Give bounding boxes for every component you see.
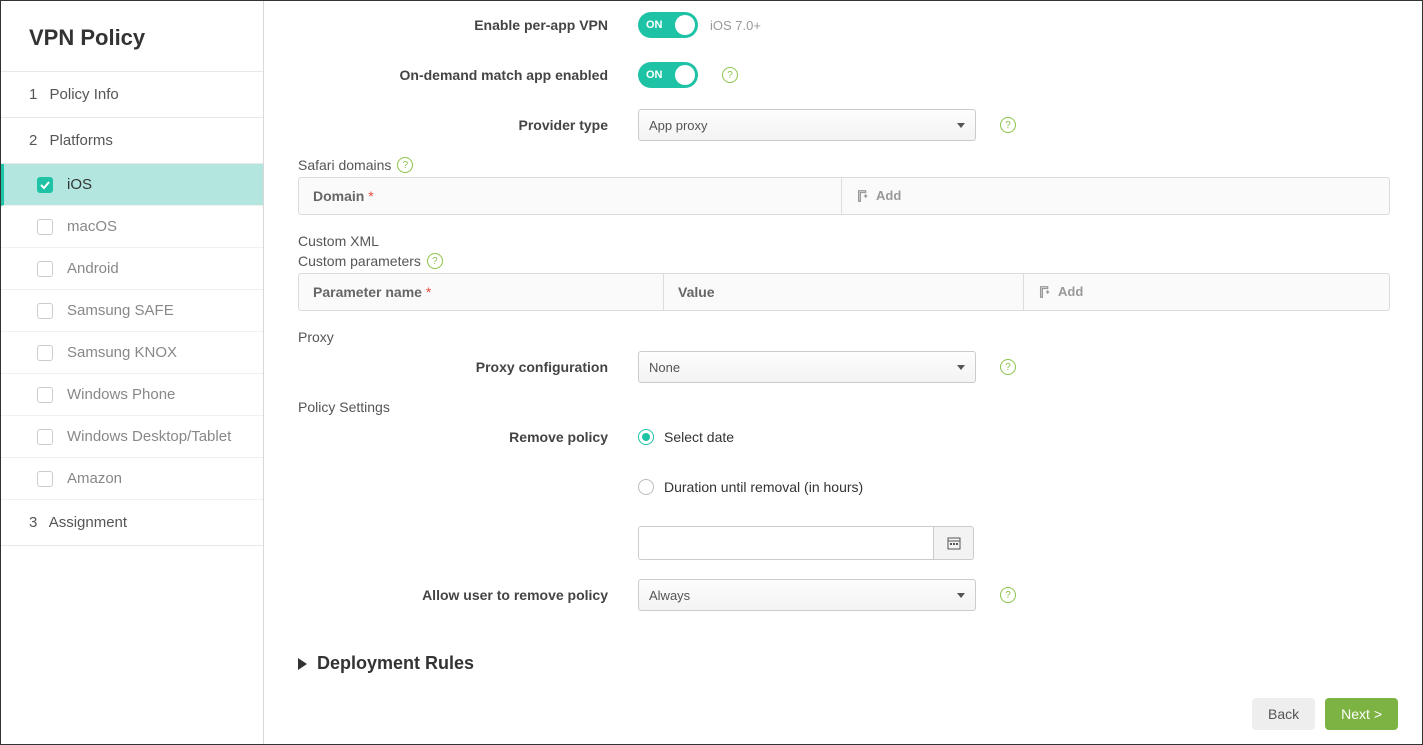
step-policy-info[interactable]: 1 Policy Info	[1, 72, 263, 118]
checkbox-icon	[37, 261, 53, 277]
label-custom-xml: Custom XML	[298, 233, 1390, 249]
toggle-enable-per-app-vpn[interactable]: ON	[638, 12, 698, 38]
chevron-down-icon	[957, 365, 965, 370]
select-provider-type[interactable]: App proxy	[638, 109, 976, 141]
checkbox-icon	[37, 429, 53, 445]
label-proxy: Proxy	[298, 329, 1390, 345]
checkbox-icon	[37, 303, 53, 319]
platform-windows-phone[interactable]: Windows Phone	[1, 374, 263, 416]
help-icon[interactable]: ?	[397, 157, 413, 173]
back-button[interactable]: Back	[1252, 698, 1315, 730]
label-remove-policy: Remove policy	[298, 429, 638, 445]
label-allow-remove: Allow user to remove policy	[298, 587, 638, 603]
platform-amazon[interactable]: Amazon	[1, 458, 263, 500]
platform-samsung-knox[interactable]: Samsung KNOX	[1, 332, 263, 374]
platform-ios[interactable]: iOS	[1, 164, 263, 206]
select-allow-remove[interactable]: Always	[638, 579, 976, 611]
add-domain-button[interactable]: Add	[842, 178, 1389, 214]
checkbox-icon	[37, 177, 53, 193]
page-title: VPN Policy	[1, 1, 263, 72]
help-icon[interactable]: ?	[427, 253, 443, 269]
radio-duration[interactable]	[638, 479, 654, 495]
deployment-rules-header[interactable]: Deployment Rules	[298, 653, 1390, 674]
calendar-button[interactable]	[934, 526, 974, 560]
table-custom-params: Parameter name * Value Add	[298, 273, 1390, 311]
table-safari-domains: Domain * Add	[298, 177, 1390, 215]
label-safari-domains: Safari domains ?	[298, 157, 1390, 173]
step-platforms[interactable]: 2 Platforms	[1, 118, 263, 164]
radio-select-date[interactable]	[638, 429, 654, 445]
platform-android[interactable]: Android	[1, 248, 263, 290]
checkbox-icon	[37, 387, 53, 403]
add-icon	[856, 189, 870, 203]
step-assignment[interactable]: 3 Assignment	[1, 500, 263, 546]
sidebar: VPN Policy 1 Policy Info 2 Platforms iOS…	[1, 1, 264, 744]
platform-macos[interactable]: macOS	[1, 206, 263, 248]
help-icon[interactable]: ?	[1000, 117, 1016, 133]
col-value: Value	[664, 274, 1024, 310]
help-icon[interactable]: ?	[1000, 359, 1016, 375]
label-enable-per-app-vpn: Enable per-app VPN	[298, 17, 638, 33]
platform-list: iOS macOS Android Samsung SAFE Samsung K…	[1, 164, 263, 500]
chevron-down-icon	[957, 593, 965, 598]
help-icon[interactable]: ?	[722, 67, 738, 83]
next-button[interactable]: Next >	[1325, 698, 1398, 730]
checkbox-icon	[37, 219, 53, 235]
checkbox-icon	[37, 471, 53, 487]
select-proxy-config[interactable]: None	[638, 351, 976, 383]
checkbox-icon	[37, 345, 53, 361]
calendar-icon	[947, 536, 961, 550]
platform-windows-desktop[interactable]: Windows Desktop/Tablet	[1, 416, 263, 458]
footer: Back Next >	[1252, 698, 1398, 730]
main-form: Enable per-app VPN ON iOS 7.0+ On-demand…	[264, 1, 1422, 744]
triangle-right-icon	[298, 658, 307, 670]
label-provider-type: Provider type	[298, 117, 638, 133]
label-custom-parameters: Custom parameters ?	[298, 253, 1390, 269]
platform-samsung-safe[interactable]: Samsung SAFE	[1, 290, 263, 332]
chevron-down-icon	[957, 123, 965, 128]
help-icon[interactable]: ?	[1000, 587, 1016, 603]
add-icon	[1038, 285, 1052, 299]
col-parameter-name: Parameter name *	[299, 274, 664, 310]
label-on-demand-match: On-demand match app enabled	[298, 67, 638, 83]
toggle-on-demand-match[interactable]: ON	[638, 62, 698, 88]
col-domain: Domain *	[299, 178, 842, 214]
label-proxy-config: Proxy configuration	[298, 359, 638, 375]
label-policy-settings: Policy Settings	[298, 399, 1390, 415]
date-input[interactable]	[638, 526, 934, 560]
add-param-button[interactable]: Add	[1024, 274, 1389, 310]
hint-ios-version: iOS 7.0+	[710, 18, 761, 33]
